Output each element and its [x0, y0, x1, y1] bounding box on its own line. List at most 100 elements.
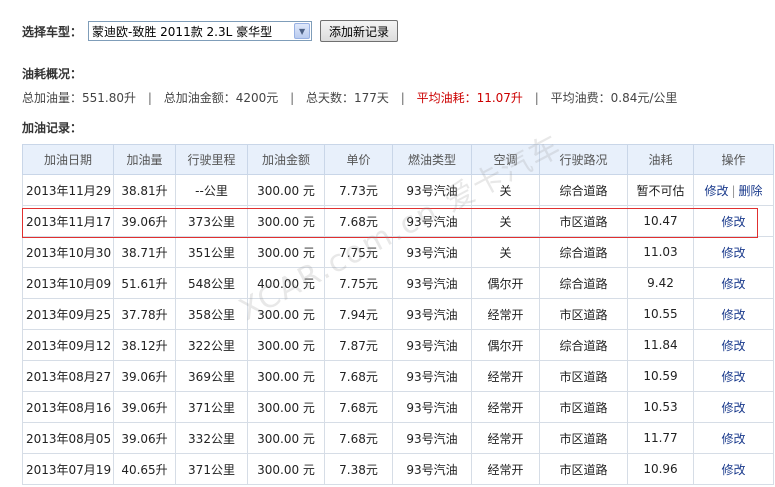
mileage-cell: --公里: [175, 174, 248, 206]
table-row: 2013年11月17日 39.06升 373公里 300.00 元 7.68元 93号汽油…: [22, 205, 774, 237]
edit-link[interactable]: 修改: [721, 277, 745, 291]
date-cell: 2013年07月19日: [22, 453, 114, 485]
price-cell: 7.73元: [324, 174, 393, 206]
header-price: 单价: [324, 144, 393, 175]
summary-separator: |: [534, 91, 539, 105]
ac-cell: 经常开: [471, 422, 540, 454]
road-cell: 市区道路: [539, 298, 628, 330]
header-consumption: 油耗: [627, 144, 694, 175]
table-row: 2013年09月25日 37.78升 358公里 300.00 元 7.94元 93号汽油…: [22, 298, 774, 330]
car-select-label: 选择车型：: [22, 24, 83, 39]
fuel-cell: 37.78升: [113, 298, 176, 330]
total-amount: 总加油金额：4200元: [163, 91, 279, 105]
header-road: 行驶路况: [539, 144, 628, 175]
road-cell: 市区道路: [539, 391, 628, 423]
summary-title: 油耗概况：: [22, 67, 83, 81]
date-cell: 2013年10月09日: [22, 267, 114, 299]
consumption-cell: 10.47: [627, 205, 694, 237]
consumption-cell: 暂不可估: [627, 174, 694, 206]
road-cell: 综合道路: [539, 236, 628, 268]
table-row: 2013年07月19日 40.65升 371公里 300.00 元 7.38元 93号汽油…: [22, 453, 774, 485]
actions-cell: 修改 | 删除: [693, 174, 774, 206]
edit-link[interactable]: 修改: [721, 370, 745, 384]
date-cell: 2013年08月27日: [22, 360, 114, 392]
date-cell: 2013年08月16日: [22, 391, 114, 423]
edit-link[interactable]: 修改: [721, 215, 745, 229]
actions-cell: 修改: [693, 236, 774, 268]
header-fuel: 加油量: [113, 144, 176, 175]
mileage-cell: 369公里: [175, 360, 248, 392]
date-cell: 2013年09月12日: [22, 329, 114, 361]
avg-consumption: 平均油耗：11.07升: [416, 91, 523, 105]
table-row: 2013年10月30日 38.71升 351公里 300.00 元 7.75元 93号汽油…: [22, 236, 774, 268]
header-fuel-type: 燃油类型: [392, 144, 472, 175]
chevron-down-icon[interactable]: ▼: [294, 23, 311, 39]
actions-cell: 修改: [693, 453, 774, 485]
table-row: 2013年08月27日 39.06升 369公里 300.00 元 7.68元 93号汽油…: [22, 360, 774, 392]
fuel-type-cell: 93号汽油: [392, 205, 472, 237]
fuel-cell: 51.61升: [113, 267, 176, 299]
total-days: 总天数：177天: [305, 91, 389, 105]
records-title: 加油记录：: [22, 121, 83, 135]
amount-cell: 300.00 元: [247, 391, 325, 423]
edit-link[interactable]: 修改: [721, 463, 745, 477]
fuel-cell: 39.06升: [113, 360, 176, 392]
table-row: 2013年08月16日 39.06升 371公里 300.00 元 7.68元 93号汽油…: [22, 391, 774, 423]
ac-cell: 经常开: [471, 391, 540, 423]
table-row: 2013年11月29日 38.81升 --公里 300.00 元 7.73元 93号汽油关…: [22, 174, 774, 206]
edit-link[interactable]: 修改: [721, 308, 745, 322]
records-table: 加油日期 加油量 行驶里程 加油金额 单价 燃油类型 空调 行驶路况 油耗 操作…: [22, 144, 774, 485]
mileage-cell: 373公里: [175, 205, 248, 237]
ac-cell: 经常开: [471, 298, 540, 330]
consumption-cell: 10.53: [627, 391, 694, 423]
road-cell: 市区道路: [539, 205, 628, 237]
amount-cell: 300.00 元: [247, 174, 325, 206]
total-fuel: 总加油量：551.80升: [22, 91, 136, 105]
table-row: 2013年09月12日 38.12升 322公里 300.00 元 7.87元 93号汽油…: [22, 329, 774, 361]
fuel-cell: 38.71升: [113, 236, 176, 268]
header-ac: 空调: [471, 144, 540, 175]
road-cell: 综合道路: [539, 267, 628, 299]
mileage-cell: 322公里: [175, 329, 248, 361]
add-record-button[interactable]: 添加新记录: [320, 20, 399, 42]
records-body: 2013年11月29日 38.81升 --公里 300.00 元 7.73元 93号汽油关…: [22, 174, 774, 485]
date-cell: 2013年08月05日: [22, 422, 114, 454]
ac-cell: 偶尔开: [471, 329, 540, 361]
header-amount: 加油金额: [247, 144, 325, 175]
edit-link[interactable]: 修改: [721, 339, 745, 353]
price-cell: 7.75元: [324, 236, 393, 268]
fuel-cell: 38.12升: [113, 329, 176, 361]
consumption-cell: 10.59: [627, 360, 694, 392]
car-model-selected-value: 蒙迪欧-致胜 2011款 2.3L 豪华型: [92, 24, 273, 39]
fuel-cell: 38.81升: [113, 174, 176, 206]
mileage-cell: 358公里: [175, 298, 248, 330]
ac-cell: 关: [471, 236, 540, 268]
fuel-type-cell: 93号汽油: [392, 174, 472, 206]
actions-cell: 修改: [693, 329, 774, 361]
fuel-type-cell: 93号汽油: [392, 360, 472, 392]
ac-cell: 关: [471, 174, 540, 206]
actions-cell: 修改: [693, 360, 774, 392]
edit-link[interactable]: 修改: [721, 401, 745, 415]
amount-cell: 400.00 元: [247, 267, 325, 299]
table-row: 2013年10月09日 51.61升 548公里 400.00 元 7.75元 93号汽油…: [22, 267, 774, 299]
avg-cost: 平均油费：0.84元/公里: [550, 91, 678, 105]
mileage-cell: 548公里: [175, 267, 248, 299]
ac-cell: 经常开: [471, 453, 540, 485]
mileage-cell: 371公里: [175, 453, 248, 485]
price-cell: 7.75元: [324, 267, 393, 299]
edit-link[interactable]: 修改: [704, 184, 728, 198]
delete-link[interactable]: 删除: [739, 184, 763, 198]
fuel-type-cell: 93号汽油: [392, 267, 472, 299]
table-row: 2013年08月05日 39.06升 332公里 300.00 元 7.68元 93号汽油…: [22, 422, 774, 454]
amount-cell: 300.00 元: [247, 422, 325, 454]
edit-link[interactable]: 修改: [721, 432, 745, 446]
car-model-select[interactable]: 蒙迪欧-致胜 2011款 2.3L 豪华型 ▼: [88, 21, 313, 41]
edit-link[interactable]: 修改: [721, 246, 745, 260]
price-cell: 7.68元: [324, 205, 393, 237]
fuel-cell: 39.06升: [113, 391, 176, 423]
date-cell: 2013年10月30日: [22, 236, 114, 268]
actions-cell: 修改: [693, 298, 774, 330]
actions-cell: 修改: [693, 422, 774, 454]
actions-cell: 修改: [693, 267, 774, 299]
